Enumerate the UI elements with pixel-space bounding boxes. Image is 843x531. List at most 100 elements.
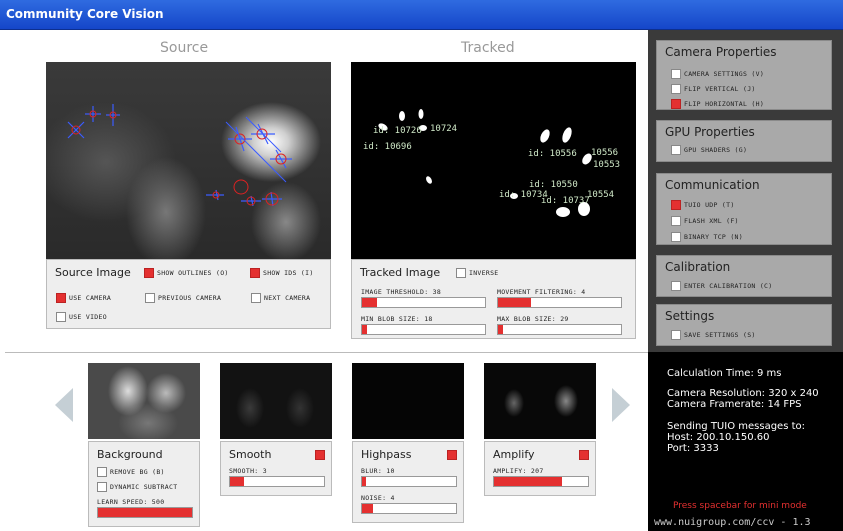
slider-fill bbox=[494, 477, 562, 486]
source-image-controls: Source Image SHOW OUTLINES (O) SHOW IDS … bbox=[46, 259, 331, 329]
remove-bg-checkbox[interactable] bbox=[97, 467, 107, 477]
communication-title: Communication bbox=[665, 178, 760, 192]
save-settings-label: SAVE SETTINGS (S) bbox=[684, 331, 756, 339]
status-panel: Calculation Time: 9 ms Camera Resolution… bbox=[648, 352, 843, 531]
amplify-slider[interactable] bbox=[493, 476, 589, 487]
amplify-title: Amplify bbox=[493, 448, 535, 461]
dynamic-subtract-label: DYNAMIC SUBTRACT bbox=[110, 483, 178, 491]
main-area: Source Tracked id: 10726 10724 id: 10696… bbox=[5, 30, 648, 352]
blur-slider[interactable] bbox=[361, 476, 457, 487]
app-title: Community Core Vision bbox=[6, 7, 164, 21]
show-outlines-checkbox[interactable] bbox=[144, 268, 154, 278]
highpass-title: Highpass bbox=[361, 448, 412, 461]
title-bar: Community Core Vision bbox=[0, 0, 843, 30]
learn-speed-slider[interactable] bbox=[97, 507, 193, 518]
camera-properties-title: Camera Properties bbox=[665, 45, 777, 59]
max-blob-size-label: MAX BLOB SIZE: 29 bbox=[497, 315, 569, 323]
movement-filtering-slider[interactable] bbox=[497, 297, 622, 308]
min-blob-size-slider[interactable] bbox=[361, 324, 486, 335]
nuigroup-url: www.nuigroup.com/ccv - 1.3 bbox=[654, 517, 811, 528]
slider-fill bbox=[98, 508, 192, 517]
camera-settings-label: CAMERA SETTINGS (V) bbox=[684, 70, 765, 78]
flip-vertical-label: FLIP VERTICAL (J) bbox=[684, 85, 756, 93]
remove-bg-label: REMOVE BG (B) bbox=[110, 468, 165, 476]
slider-fill bbox=[362, 477, 366, 486]
background-thumbnail bbox=[88, 363, 200, 439]
flip-horizontal-label: FLIP HORIZONTAL (H) bbox=[684, 100, 765, 108]
use-video-checkbox[interactable] bbox=[56, 312, 66, 322]
inverse-label: INVERSE bbox=[469, 269, 499, 277]
slider-fill bbox=[362, 325, 367, 334]
min-blob-size-label: MIN BLOB SIZE: 18 bbox=[361, 315, 433, 323]
slider-fill bbox=[230, 477, 245, 486]
properties-sidebar: Camera Properties CAMERA SETTINGS (V) FL… bbox=[648, 30, 843, 352]
camera-settings-checkbox[interactable] bbox=[671, 69, 681, 79]
gpu-shaders-label: GPU SHADERS (G) bbox=[684, 146, 748, 154]
flash-xml-checkbox[interactable] bbox=[671, 216, 681, 226]
next-camera-label: NEXT CAMERA bbox=[264, 294, 311, 302]
use-camera-label: USE CAMERA bbox=[69, 294, 112, 302]
flip-horizontal-checkbox[interactable] bbox=[671, 99, 681, 109]
smooth-slider[interactable] bbox=[229, 476, 325, 487]
image-threshold-label: IMAGE THRESHOLD: 38 bbox=[361, 288, 442, 296]
tracked-heading: Tracked bbox=[461, 40, 515, 56]
calibration-box: Calibration ENTER CALIBRATION (C) bbox=[656, 255, 832, 297]
tuio-host: Host: 200.10.150.60 bbox=[667, 432, 770, 443]
noise-label: NOISE: 4 bbox=[361, 494, 395, 502]
flip-vertical-checkbox[interactable] bbox=[671, 84, 681, 94]
blob-id-label: id: 10737 bbox=[541, 196, 590, 206]
enter-calibration-checkbox[interactable] bbox=[671, 281, 681, 291]
blob-id-label: id: 10556 bbox=[528, 149, 577, 159]
smooth-controls: Smooth SMOOTH: 3 bbox=[220, 441, 332, 496]
next-camera-button[interactable] bbox=[251, 293, 261, 303]
movement-filtering-label: MOVEMENT FILTERING: 4 bbox=[497, 288, 586, 296]
highpass-thumbnail bbox=[352, 363, 464, 439]
show-outlines-label: SHOW OUTLINES (O) bbox=[157, 269, 229, 277]
slider-fill bbox=[362, 298, 377, 307]
highpass-enable-toggle[interactable] bbox=[447, 450, 457, 460]
highpass-controls: Highpass BLUR: 10 NOISE: 4 bbox=[352, 441, 464, 523]
blob-markers-overlay bbox=[67, 104, 292, 207]
smooth-thumbnail bbox=[220, 363, 332, 439]
previous-camera-label: PREVIOUS CAMERA bbox=[158, 294, 222, 302]
blob-id-label: id: 10726 bbox=[373, 126, 422, 136]
smooth-enable-toggle[interactable] bbox=[315, 450, 325, 460]
settings-box: Settings SAVE SETTINGS (S) bbox=[656, 304, 832, 346]
learn-speed-label: LEARN SPEED: 500 bbox=[97, 498, 165, 506]
camera-resolution: Camera Resolution: 320 x 240 bbox=[667, 388, 819, 399]
camera-properties-box: Camera Properties CAMERA SETTINGS (V) FL… bbox=[656, 40, 832, 110]
show-ids-checkbox[interactable] bbox=[250, 268, 260, 278]
slider-fill bbox=[498, 298, 532, 307]
amplify-enable-toggle[interactable] bbox=[579, 450, 589, 460]
amplify-controls: Amplify AMPLIFY: 207 bbox=[484, 441, 596, 496]
blur-label: BLUR: 10 bbox=[361, 467, 395, 475]
smooth-title: Smooth bbox=[229, 448, 272, 461]
tuio-udp-label: TUIO UDP (T) bbox=[684, 201, 735, 209]
noise-slider[interactable] bbox=[361, 503, 457, 514]
tracked-image-controls: Tracked Image INVERSE IMAGE THRESHOLD: 3… bbox=[351, 259, 636, 339]
gpu-shaders-checkbox[interactable] bbox=[671, 145, 681, 155]
previous-camera-button[interactable] bbox=[145, 293, 155, 303]
background-title: Background bbox=[97, 448, 163, 461]
calibration-title: Calibration bbox=[665, 260, 731, 274]
dynamic-subtract-checkbox[interactable] bbox=[97, 482, 107, 492]
next-filter-arrow-icon[interactable] bbox=[612, 388, 630, 422]
tuio-udp-checkbox[interactable] bbox=[671, 200, 681, 210]
image-threshold-slider[interactable] bbox=[361, 297, 486, 308]
background-controls: Background REMOVE BG (B) DYNAMIC SUBTRAC… bbox=[88, 441, 200, 527]
slider-fill bbox=[362, 504, 374, 513]
save-settings-checkbox[interactable] bbox=[671, 330, 681, 340]
binary-tcp-checkbox[interactable] bbox=[671, 232, 681, 242]
binary-tcp-label: BINARY TCP (N) bbox=[684, 233, 743, 241]
blob-id-label: id: 10550 bbox=[529, 180, 578, 190]
gpu-properties-box: GPU Properties GPU SHADERS (G) bbox=[656, 120, 832, 162]
max-blob-size-slider[interactable] bbox=[497, 324, 622, 335]
sending-tuio-label: Sending TUIO messages to: bbox=[667, 421, 805, 432]
inverse-checkbox[interactable] bbox=[456, 268, 466, 278]
smooth-value-label: SMOOTH: 3 bbox=[229, 467, 267, 475]
source-camera-image bbox=[46, 62, 331, 259]
tracked-image-label: Tracked Image bbox=[360, 266, 441, 279]
previous-filter-arrow-icon[interactable] bbox=[55, 388, 73, 422]
use-camera-checkbox[interactable] bbox=[56, 293, 66, 303]
calculation-time: Calculation Time: 9 ms bbox=[667, 368, 782, 379]
